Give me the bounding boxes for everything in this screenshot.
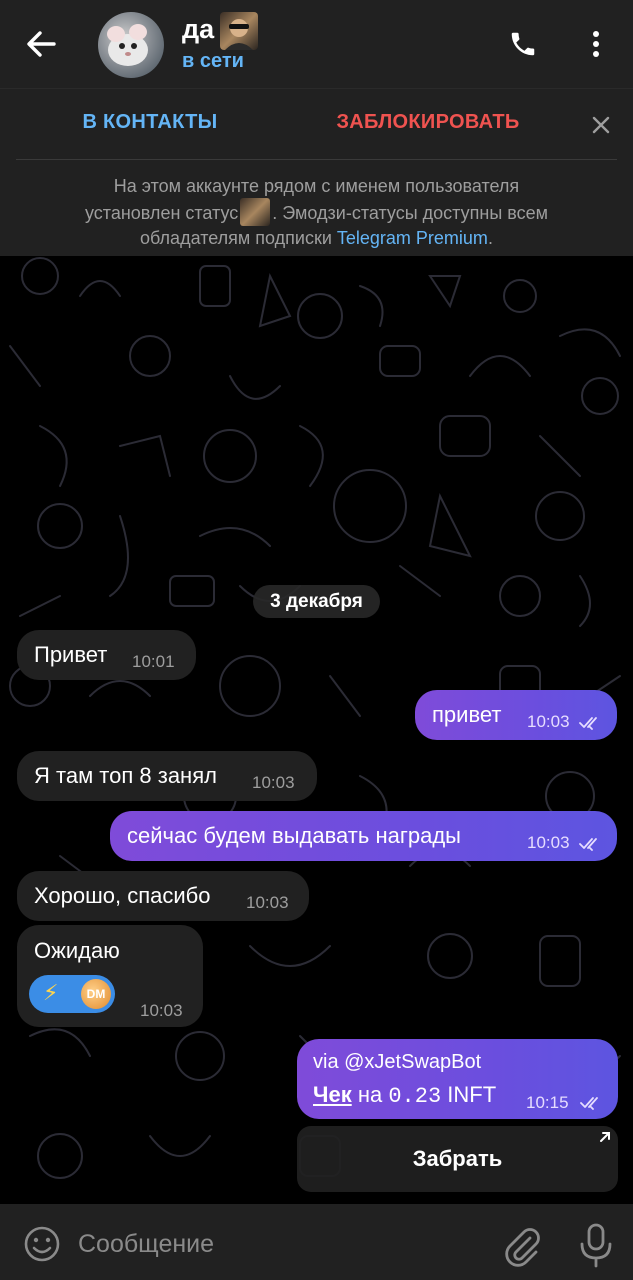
via-bot-label[interactable]: via @xJetSwapBot: [313, 1051, 481, 1074]
message-text: Я там топ 8 занял: [34, 763, 217, 788]
notice-line-3: обладателям подписки Telegram Premium.: [0, 226, 633, 250]
back-arrow-icon: [27, 31, 56, 57]
block-user-button[interactable]: ЗАБЛОКИРОВАТЬ: [318, 111, 538, 134]
add-contact-button[interactable]: В КОНТАКТЫ: [60, 111, 240, 134]
claim-button-label: Забрать: [412, 1146, 503, 1171]
double-check-icon: [579, 717, 597, 730]
message-time: 10:03: [246, 893, 289, 912]
external-link-icon: [600, 1132, 610, 1142]
chat-title[interactable]: да: [182, 14, 214, 45]
message-text: привет: [432, 702, 502, 727]
message-outgoing[interactable]: сейчас будем выдавать награды 10:03: [110, 811, 617, 861]
telegram-premium-link[interactable]: Telegram Premium: [337, 228, 488, 248]
paperclip-icon: [505, 1228, 540, 1267]
notice-text: . Эмодзи-статусы доступны всем: [272, 203, 549, 223]
double-check-icon: [579, 838, 597, 851]
emoji-status-icon[interactable]: [220, 12, 258, 50]
more-vertical-icon: [593, 31, 599, 57]
close-bar-button[interactable]: [585, 111, 617, 139]
notice-line-2: установлен статус . Эмодзи-статусы доступ…: [0, 198, 633, 226]
check-link[interactable]: Чек: [313, 1082, 352, 1107]
notice-text: .: [487, 228, 493, 248]
message-text: Хорошо, спасибо: [34, 883, 211, 908]
check-amount: 0.23: [388, 1084, 442, 1109]
message-incoming[interactable]: Привет 10:01: [17, 630, 196, 680]
check-token: INFT: [447, 1082, 497, 1107]
phone-icon: [511, 32, 535, 56]
avatar[interactable]: [98, 12, 164, 78]
online-status: в сети: [182, 50, 244, 72]
date-separator: 3 декабря: [253, 585, 380, 618]
check-text: Чек на 0.23 INFT: [313, 1082, 496, 1109]
emoji-icon: [24, 1226, 60, 1262]
notice-text: установлен статус: [84, 203, 239, 223]
message-text: Привет: [34, 642, 108, 667]
message-incoming[interactable]: Ожидаю ⚡ DM 10:03: [17, 925, 203, 1027]
call-button[interactable]: [500, 22, 546, 66]
reactions-pill[interactable]: ⚡ DM: [29, 975, 115, 1013]
check-mid: на: [357, 1082, 383, 1107]
message-time: 10:03: [527, 712, 570, 731]
contact-action-bar: В КОНТАКТЫ ЗАБЛОКИРОВАТЬ: [0, 88, 633, 160]
message-time: 10:03: [527, 833, 570, 852]
back-button[interactable]: [18, 22, 64, 66]
message-time: 10:03: [252, 773, 295, 792]
rat-avatar-image: [107, 24, 148, 66]
emoji-status-icon: [240, 198, 271, 226]
bot-check-message[interactable]: via @xJetSwapBot Чек на 0.23 INFT 10:15: [297, 1039, 618, 1119]
more-menu-button[interactable]: [574, 22, 618, 66]
message-time: 10:15: [526, 1093, 569, 1112]
message-outgoing[interactable]: привет 10:03: [415, 690, 617, 740]
message-time: 10:01: [132, 652, 175, 671]
message-incoming[interactable]: Я там топ 8 занял 10:03: [17, 751, 317, 801]
emoji-status-notice: На этом аккаунте рядом с именем пользова…: [0, 160, 633, 256]
message-text: Ожидаю: [34, 938, 120, 963]
notice-text: обладателям подписки: [140, 228, 332, 248]
microphone-icon: [580, 1223, 612, 1268]
voice-message-button[interactable]: [576, 1222, 616, 1268]
notice-line-1: На этом аккаунте рядом с именем пользова…: [113, 176, 520, 196]
double-check-icon: [580, 1097, 598, 1110]
message-incoming[interactable]: Хорошо, спасибо 10:03: [17, 871, 309, 921]
message-input[interactable]: [78, 1224, 478, 1264]
message-input-bar: [0, 1204, 633, 1280]
emoji-button[interactable]: [22, 1224, 62, 1264]
claim-inline-button[interactable]: Забрать: [297, 1126, 618, 1192]
message-text: сейчас будем выдавать награды: [127, 823, 461, 848]
lightning-reaction-icon: ⚡: [43, 980, 59, 1005]
attach-button[interactable]: [500, 1224, 544, 1268]
close-icon: [592, 116, 610, 134]
chat-header: да в сети: [0, 0, 633, 88]
dm-coin-reaction-icon: DM: [81, 979, 111, 1009]
message-time: 10:03: [140, 1001, 183, 1020]
